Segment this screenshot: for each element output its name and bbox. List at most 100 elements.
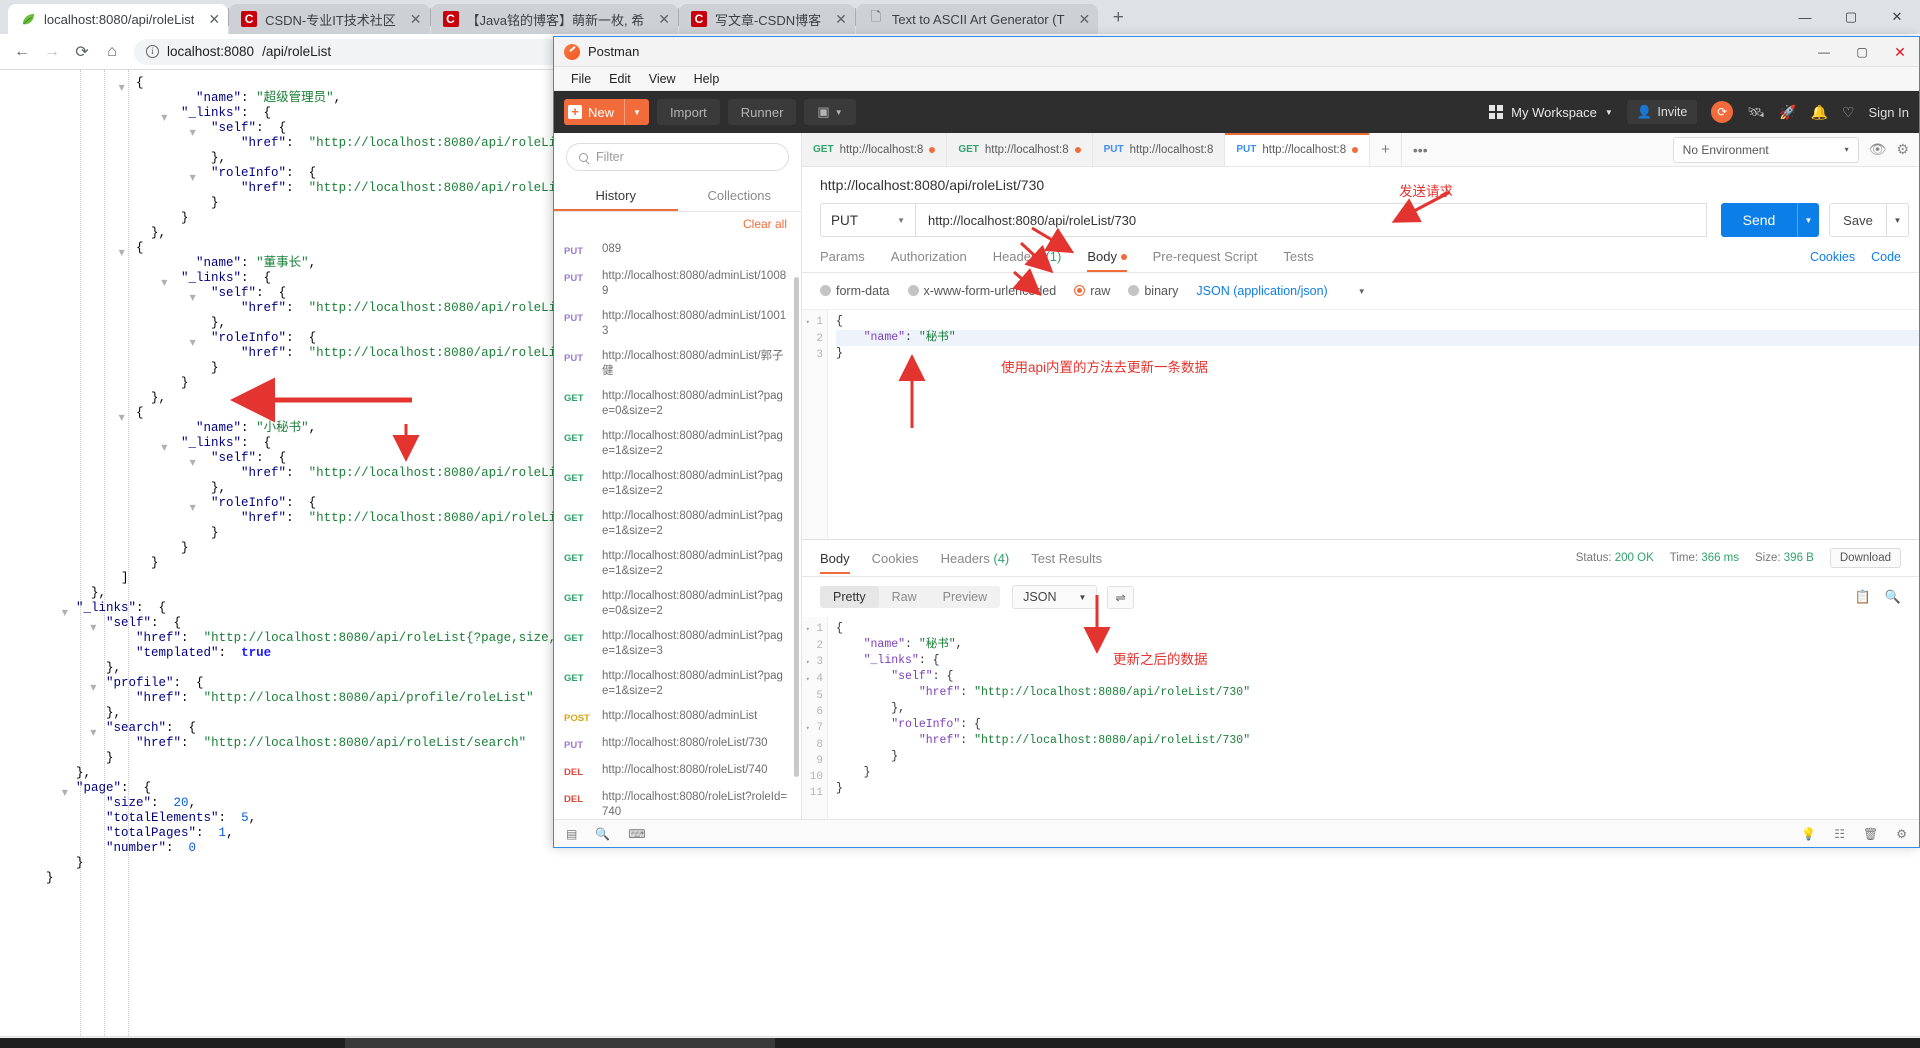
- clear-all-button[interactable]: Clear all: [554, 212, 801, 237]
- console-icon[interactable]: ⌨: [628, 827, 645, 841]
- code-line[interactable]: }: [836, 346, 1919, 362]
- menu-help[interactable]: Help: [685, 72, 729, 86]
- eye-icon[interactable]: 👁: [1869, 141, 1887, 158]
- request-body-code[interactable]: { "name": "秘书"}: [828, 310, 1919, 539]
- search-icon[interactable]: 🔍: [595, 827, 610, 841]
- search-icon[interactable]: 🔍: [1885, 589, 1901, 605]
- runner-button[interactable]: Runner: [727, 99, 797, 125]
- browser-tab-0[interactable]: localhost:8080/api/roleList ✕: [8, 4, 229, 34]
- history-item[interactable]: PUT http://localhost:8080/adminList/郭子健: [554, 344, 801, 384]
- grid-icon[interactable]: ☷: [1834, 827, 1845, 841]
- request-section-tab-2[interactable]: Headers (1): [993, 249, 1062, 272]
- request-section-tab-1[interactable]: Authorization: [891, 249, 967, 272]
- response-tab-2[interactable]: Headers (4): [941, 551, 1010, 574]
- response-view-modes[interactable]: Pretty Raw Preview: [820, 586, 1001, 608]
- history-item[interactable]: PUT http://localhost:8080/adminList/10013: [554, 304, 801, 344]
- tab-collections[interactable]: Collections: [678, 181, 802, 211]
- download-button[interactable]: Download: [1829, 548, 1901, 568]
- response-tab-3[interactable]: Test Results: [1031, 551, 1102, 574]
- panel-icon[interactable]: ▤: [566, 827, 577, 841]
- filter-input[interactable]: Filter: [566, 143, 789, 171]
- reload-icon[interactable]: ⟳: [68, 38, 96, 66]
- sidebar-scrollbar[interactable]: [794, 277, 799, 777]
- minimize-icon[interactable]: —: [1805, 37, 1843, 67]
- browser-tab-4[interactable]: 🗋 Text to ASCII Art Generator (T ✕: [855, 4, 1099, 34]
- tab-options-button[interactable]: •••: [1402, 133, 1439, 166]
- home-icon[interactable]: ⌂: [98, 38, 126, 66]
- close-window-icon[interactable]: ✕: [1874, 0, 1920, 34]
- request-tab-2[interactable]: PUT http://localhost:8: [1092, 133, 1226, 166]
- new-button[interactable]: + New ▼: [564, 99, 649, 125]
- history-item[interactable]: GET http://localhost:8080/adminList?page=…: [554, 544, 801, 584]
- heart-icon[interactable]: ♡: [1842, 104, 1855, 121]
- request-link-0[interactable]: Cookies: [1810, 250, 1855, 264]
- view-mode-Raw[interactable]: Raw: [879, 586, 930, 608]
- gear-icon[interactable]: ⚙: [1896, 141, 1909, 158]
- body-type-binary[interactable]: binary: [1128, 284, 1178, 298]
- history-item[interactable]: GET http://localhost:8080/adminList?page=…: [554, 624, 801, 664]
- send-options-chevron-icon[interactable]: ▼: [1797, 203, 1819, 237]
- menu-file[interactable]: File: [562, 72, 600, 86]
- history-item[interactable]: GET http://localhost:8080/adminList?page=…: [554, 464, 801, 504]
- browser-tab-2[interactable]: C 【Java铭的博客】萌新一枚, 希 ✕: [430, 4, 678, 34]
- close-icon[interactable]: ✕: [658, 11, 670, 28]
- bell-icon[interactable]: 🔔: [1811, 104, 1828, 121]
- history-item[interactable]: PUT 089: [554, 237, 801, 264]
- history-item[interactable]: GET http://localhost:8080/adminList?page=…: [554, 584, 801, 624]
- fold-icon[interactable]: ▾: [806, 725, 810, 733]
- rocket-icon[interactable]: 🚀: [1779, 104, 1796, 121]
- taskbar-active-item[interactable]: [345, 1038, 775, 1048]
- body-type-x-www-form-urlencoded[interactable]: x-www-form-urlencoded: [907, 284, 1056, 298]
- forward-icon[interactable]: →: [38, 38, 66, 66]
- fold-icon[interactable]: ▾: [806, 676, 810, 684]
- history-item[interactable]: DEL http://localhost:8080/roleList?roleId…: [554, 785, 801, 819]
- history-item[interactable]: GET http://localhost:8080/adminList?page=…: [554, 504, 801, 544]
- chevron-down-icon[interactable]: ▼: [624, 99, 649, 125]
- history-item[interactable]: DEL http://localhost:8080/roleList/740: [554, 758, 801, 785]
- response-tab-1[interactable]: Cookies: [872, 551, 919, 574]
- request-body-editor[interactable]: ▾ 1 2 3 { "name": "秘书"}: [802, 309, 1919, 539]
- response-body-viewer[interactable]: ▾ 1 2 ▾ 3 ▾ 4 5 6 ▾ 7 8 9 10 11 { "name": "秘书", "_…: [802, 617, 1919, 819]
- back-icon[interactable]: ←: [8, 38, 36, 66]
- code-line[interactable]: "name": "秘书": [836, 330, 1919, 346]
- response-format-selector[interactable]: JSON ▼: [1012, 585, 1098, 609]
- close-icon[interactable]: ✕: [835, 11, 847, 28]
- maximize-icon[interactable]: ▢: [1843, 37, 1881, 67]
- request-url-input[interactable]: http://localhost:8080/api/roleList/730: [916, 203, 1707, 237]
- menu-edit[interactable]: Edit: [600, 72, 640, 86]
- view-mode-Preview[interactable]: Preview: [930, 586, 1000, 608]
- sync-icon[interactable]: ⟳: [1711, 101, 1734, 123]
- maximize-icon[interactable]: ▢: [1828, 0, 1874, 34]
- request-link-1[interactable]: Code: [1871, 250, 1901, 264]
- response-tab-0[interactable]: Body: [820, 551, 850, 574]
- close-icon[interactable]: ✕: [208, 11, 220, 28]
- tab-history[interactable]: History: [554, 181, 678, 211]
- menu-view[interactable]: View: [640, 72, 685, 86]
- history-item[interactable]: GET http://localhost:8080/adminList?page=…: [554, 384, 801, 424]
- bulb-icon[interactable]: 💡: [1801, 827, 1816, 841]
- content-type-selector[interactable]: JSON (application/json) ▼: [1196, 284, 1365, 298]
- close-icon[interactable]: ✕: [410, 11, 422, 28]
- request-tab-0[interactable]: GET http://localhost:8: [802, 133, 948, 166]
- browser-tab-3[interactable]: C 写文章-CSDN博客 ✕: [678, 4, 855, 34]
- close-icon[interactable]: ✕: [1079, 11, 1091, 28]
- environment-selector[interactable]: No Environment ▾: [1672, 136, 1859, 163]
- trash-icon[interactable]: 🗑: [1863, 827, 1878, 841]
- save-button[interactable]: Save: [1829, 203, 1887, 237]
- request-tab-3[interactable]: PUT http://localhost:8: [1225, 133, 1371, 166]
- body-type-form-data[interactable]: form-data: [820, 284, 890, 298]
- new-tab-button[interactable]: +: [1104, 4, 1132, 32]
- settings-icon[interactable]: ⚙: [1896, 827, 1907, 841]
- workspace-selector[interactable]: My Workspace ▼: [1489, 105, 1613, 120]
- request-section-tab-5[interactable]: Tests: [1283, 249, 1313, 272]
- save-options-chevron-icon[interactable]: ▼: [1887, 203, 1909, 237]
- wrap-lines-icon[interactable]: ⇌: [1107, 585, 1134, 609]
- history-item[interactable]: PUT http://localhost:8080/roleList/730: [554, 731, 801, 758]
- body-type-raw[interactable]: raw: [1074, 284, 1110, 298]
- satellite-icon[interactable]: 🛰: [1747, 104, 1765, 121]
- history-item[interactable]: PUT http://localhost:8080/adminList/10089: [554, 264, 801, 304]
- site-info-icon[interactable]: i: [146, 45, 159, 58]
- fold-icon[interactable]: ▾: [806, 319, 810, 327]
- history-list[interactable]: PUT 089 PUT http://localhost:8080/adminList…: [554, 237, 801, 819]
- request-section-tab-4[interactable]: Pre-request Script: [1153, 249, 1258, 272]
